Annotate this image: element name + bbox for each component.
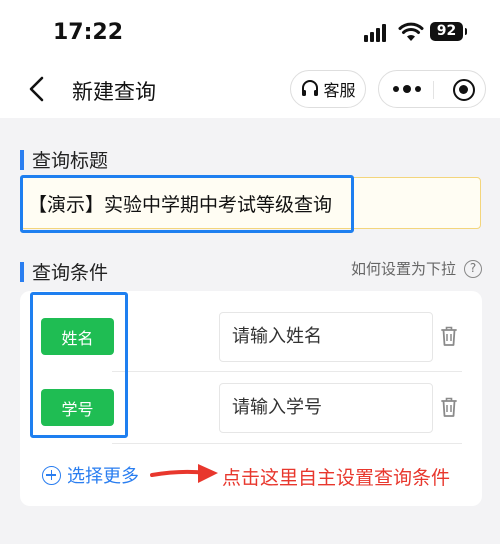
- row-divider: [112, 443, 462, 444]
- more-options-icon[interactable]: [393, 82, 423, 96]
- cellular-signal-icon: [364, 24, 390, 42]
- plus-circle-icon: [42, 465, 61, 485]
- battery-icon: 92: [430, 22, 467, 41]
- select-more-label: 选择更多: [67, 466, 139, 487]
- close-mini-program-icon[interactable]: [453, 79, 475, 101]
- condition-highlight-frame: [30, 292, 128, 438]
- title-section-header: 查询标题: [20, 146, 108, 173]
- trash-icon[interactable]: [440, 325, 458, 347]
- section-accent-bar: [20, 261, 24, 282]
- condition-section-header: 查询条件: [20, 258, 108, 285]
- mini-program-capsule: [378, 70, 486, 108]
- student-id-input[interactable]: 请输入学号: [219, 383, 433, 433]
- condition-section-label: 查询条件: [32, 262, 109, 284]
- headset-icon: [302, 80, 319, 96]
- question-icon: ?: [464, 259, 482, 278]
- name-input[interactable]: 请输入姓名: [219, 312, 433, 362]
- customer-service-label: 客服: [323, 81, 356, 100]
- customer-service-button[interactable]: 客服: [290, 70, 366, 108]
- title-highlight-frame: [20, 175, 354, 233]
- capsule-divider: [433, 81, 434, 99]
- select-more-button[interactable]: 选择更多: [42, 462, 139, 488]
- page-title: 新建查询: [72, 80, 156, 104]
- section-accent-bar: [20, 149, 24, 170]
- annotation-arrow-icon: [150, 464, 218, 483]
- dropdown-help-link[interactable]: 如何设置为下拉 ?: [351, 258, 482, 279]
- dropdown-help-text: 如何设置为下拉: [350, 260, 456, 278]
- status-time: 17:22: [53, 20, 124, 45]
- trash-icon[interactable]: [440, 396, 458, 418]
- wifi-icon: [398, 22, 424, 41]
- navigation-bar: 新建查询 客服: [0, 62, 500, 118]
- back-arrow-icon[interactable]: [24, 74, 52, 104]
- title-section-label: 查询标题: [32, 150, 109, 172]
- annotation-text: 点击这里自主设置查询条件: [222, 467, 451, 489]
- status-bar: 17:22 92: [0, 0, 500, 62]
- row-divider: [112, 371, 462, 372]
